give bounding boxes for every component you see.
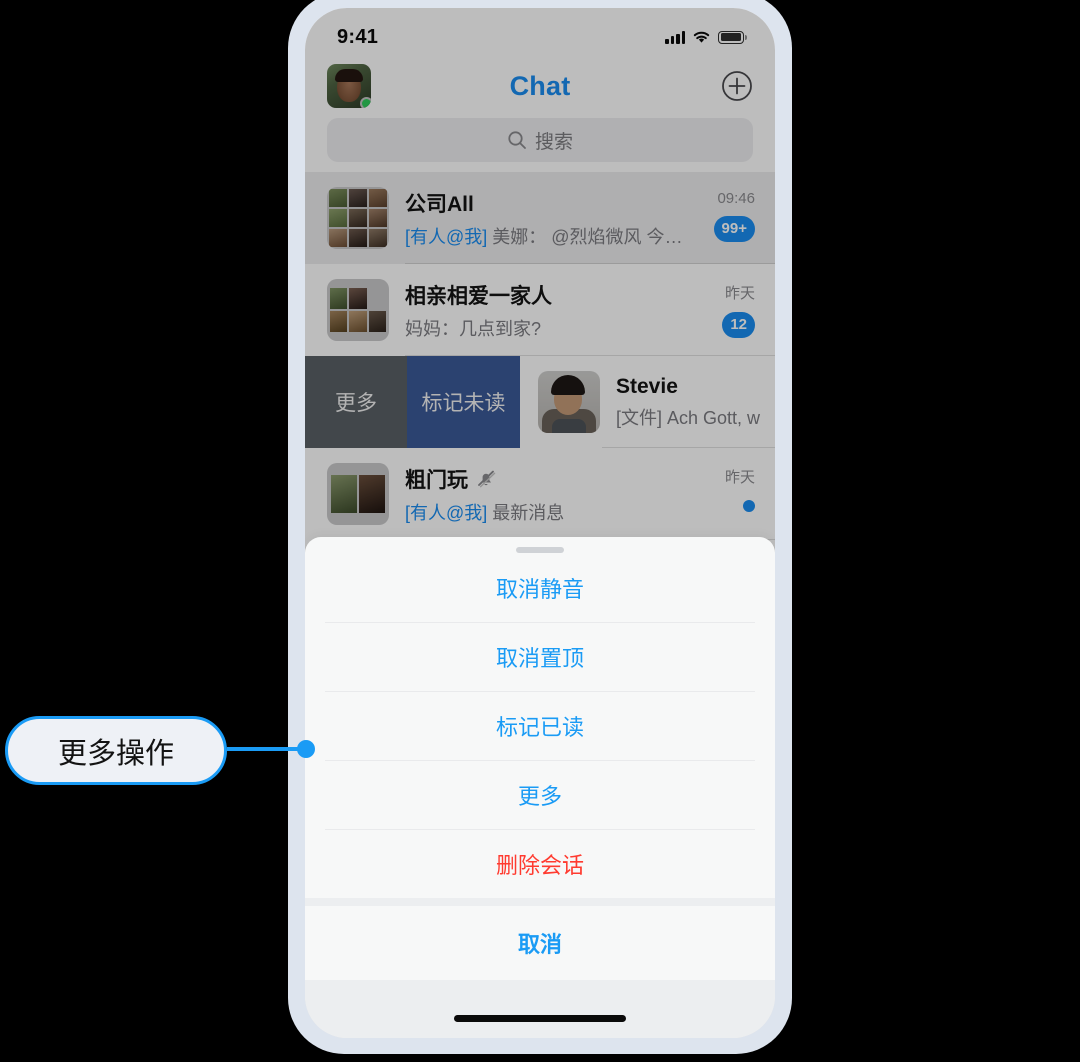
status-time: 9:41 <box>337 25 379 48</box>
chat-row-cumenwan[interactable]: 粗门玩 [有人@我] 最新消息 昨天 <box>305 448 775 540</box>
phone-screen: 9:41 Chat 搜索 公司All [有人@我] 美娜： @烈焰微风 今天 0… <box>305 8 775 1038</box>
sheet-safe-area <box>305 980 775 1038</box>
sheet-item-label: 标记已读 <box>495 714 584 740</box>
preview-text: 美娜： @烈焰微风 今天能给... <box>492 226 689 247</box>
chat-name: 公司All <box>405 192 474 216</box>
status-bar: 9:41 <box>305 8 775 54</box>
swipe-action-more-label: 更多 <box>335 392 377 415</box>
group-avatar-9 <box>327 187 389 249</box>
screenshot-stage: 9:41 Chat 搜索 公司All [有人@我] 美娜： @烈焰微风 今天 0… <box>0 0 1080 1062</box>
chat-preview: [有人@我] 美娜： @烈焰微风 今天能给... <box>405 223 689 249</box>
chat-row-text: 相亲相爱一家人 妈妈：几点到家? <box>389 280 689 341</box>
search-input[interactable]: 搜索 <box>327 118 753 162</box>
sheet-item-more[interactable]: 更多 <box>305 760 775 829</box>
callout-label: 更多操作 <box>57 737 174 770</box>
swipe-action-mark-unread[interactable]: 标记未读 <box>407 356 520 448</box>
chat-row-meta: 昨天 12 <box>689 264 755 356</box>
signal-bars-icon <box>665 30 685 44</box>
chat-preview: [文件] Ach Gott, w <box>616 404 775 430</box>
group-avatar-5 <box>327 279 389 341</box>
sheet-item-label: 取消置顶 <box>495 645 584 671</box>
sheet-item-label: 删除会话 <box>495 852 584 878</box>
callout-anchor-dot <box>297 740 315 758</box>
chat-row-family[interactable]: 相亲相爱一家人 妈妈：几点到家? 昨天 12 <box>305 264 775 356</box>
chat-preview: 妈妈：几点到家? <box>405 318 542 339</box>
nav-bar: Chat <box>305 54 775 118</box>
unread-dot <box>743 500 755 512</box>
chat-row-meta: 昨天 <box>689 448 755 540</box>
chat-row-company-all[interactable]: 公司All [有人@我] 美娜： @烈焰微风 今天能给... 09:46 99+ <box>305 172 775 264</box>
chat-preview: [有人@我] 最新消息 <box>405 499 689 525</box>
chat-name: 相亲相爱一家人 <box>405 284 552 308</box>
chat-time: 09:46 <box>717 190 755 207</box>
user-avatar-stevie <box>538 371 600 433</box>
cancel-button[interactable]: 取消 <box>305 906 775 980</box>
search-container: 搜索 <box>305 118 775 172</box>
sheet-item-delete[interactable]: 删除会话 <box>305 829 775 898</box>
sheet-divider-gap <box>305 898 775 906</box>
chat-time: 昨天 <box>724 469 755 486</box>
preview-text: Ach Gott, w <box>662 407 761 428</box>
chat-time: 昨天 <box>724 285 755 302</box>
search-placeholder: 搜索 <box>534 131 573 153</box>
plus-circle-icon[interactable] <box>721 70 753 102</box>
chat-row-text: 公司All [有人@我] 美娜： @烈焰微风 今天能给... <box>389 188 689 249</box>
unread-badge: 12 <box>722 312 755 338</box>
swipe-action-mark-unread-label: 标记未读 <box>421 392 506 415</box>
home-indicator[interactable] <box>454 1015 626 1022</box>
swipe-action-more[interactable]: 更多 <box>305 356 407 448</box>
action-sheet: 取消静音 取消置顶 标记已读 更多 删除会话 取消 <box>305 537 775 1038</box>
mention-tag: [有人@我] <box>405 502 488 523</box>
group-avatar-2 <box>327 463 389 525</box>
page-title: Chat <box>509 70 571 101</box>
cancel-button-label: 取消 <box>517 932 562 957</box>
sheet-item-label: 更多 <box>517 783 562 809</box>
unread-badge: 99+ <box>713 216 755 242</box>
sheet-item-unpin[interactable]: 取消置顶 <box>305 622 775 691</box>
sheet-item-mark-read[interactable]: 标记已读 <box>305 691 775 760</box>
chat-name-text: 粗门玩 <box>405 468 468 492</box>
callout-connector-line <box>227 747 303 751</box>
mention-tag: [有人@我] <box>405 226 488 247</box>
battery-icon <box>718 30 747 44</box>
chat-name: 粗门玩 <box>405 464 689 494</box>
chat-name: Stevie <box>616 374 678 398</box>
chat-row-stevie-swiped[interactable]: 更多 标记未读 Stevie [文件] Ach Gott, w <box>305 356 775 448</box>
callout-bubble: 更多操作 <box>5 716 227 785</box>
wifi-icon <box>693 31 710 43</box>
chat-row-text: Stevie [文件] Ach Gott, w <box>600 375 775 430</box>
chat-row-content[interactable]: Stevie [文件] Ach Gott, w <box>520 356 775 448</box>
search-icon <box>508 131 526 149</box>
sheet-item-label: 取消静音 <box>495 576 584 602</box>
status-indicators <box>665 30 747 44</box>
preview-text: 最新消息 <box>487 502 565 523</box>
bell-muted-icon <box>478 470 496 487</box>
file-tag: [文件] <box>616 407 663 428</box>
chat-row-meta: 09:46 99+ <box>689 172 755 264</box>
sheet-item-unmute[interactable]: 取消静音 <box>305 553 775 622</box>
chat-row-text: 粗门玩 [有人@我] 最新消息 <box>389 464 689 525</box>
